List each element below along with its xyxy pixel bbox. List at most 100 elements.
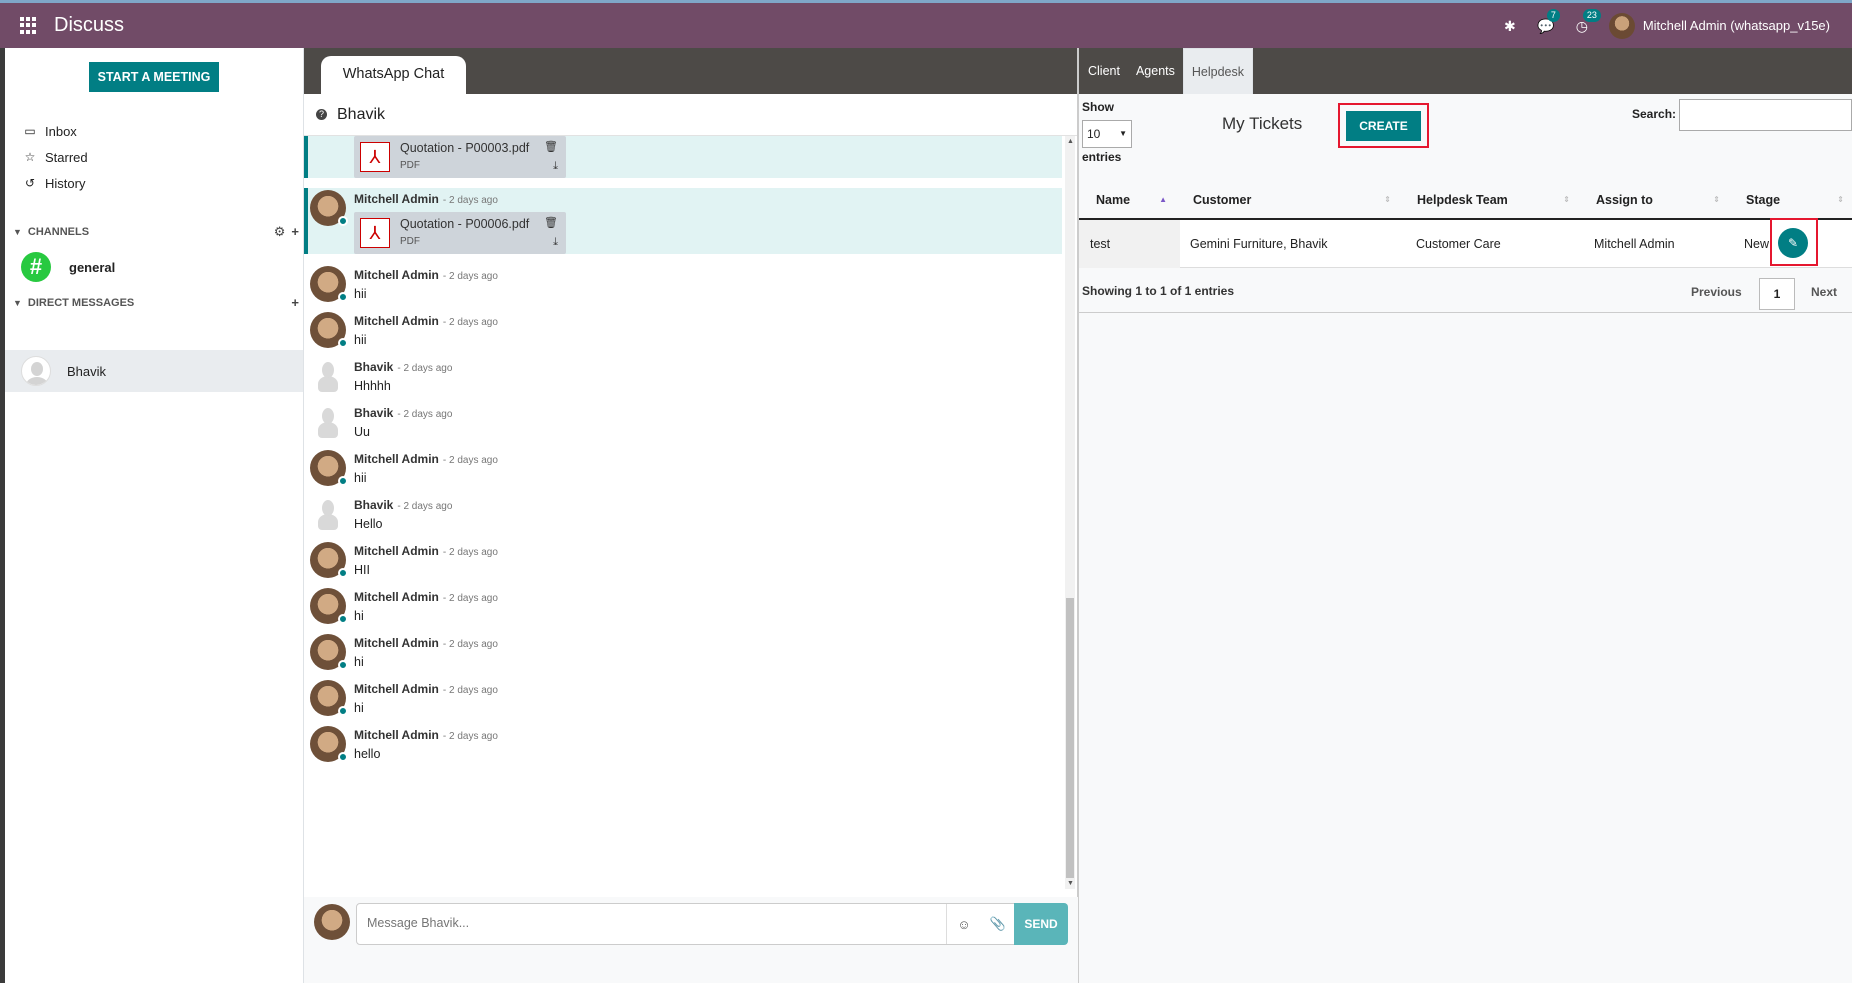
user-name: Mitchell Admin (whatsapp_v15e) [1642,18,1830,33]
avatar [310,190,348,226]
create-ticket-button[interactable]: CREATE [1346,111,1421,141]
tab-whatsapp-chat[interactable]: WhatsApp Chat [321,56,466,94]
sidebar-item-bhavik[interactable]: Bhavik [5,350,303,392]
search-label: Search: [1632,107,1677,121]
search-input[interactable] [1679,99,1852,131]
message-thread[interactable]: ⅄ Quotation - P00003.pdf PDF 🗑 ⤓ Mitchel… [304,136,1062,889]
sidebar-item-label: History [45,175,86,191]
message-author: Mitchell Admin [354,192,439,206]
pdf-file-icon: ⅄ [360,218,390,248]
column-header-assign-to[interactable]: Assign to ⇕ [1578,181,1728,219]
history-icon: ↺ [24,176,36,190]
message-author: Mitchell Admin [354,452,439,466]
sidebar-item-starred[interactable]: ☆ Starred [23,144,88,170]
message-author: Mitchell Admin [354,314,439,328]
activity-clock-icon[interactable]: ◷ 23 [1573,8,1601,35]
edit-ticket-button[interactable]: ✎ [1778,228,1808,258]
page-size-select[interactable]: 10 ▼ [1082,120,1132,148]
add-dm-icon[interactable]: + [291,295,299,310]
direct-messages-header[interactable]: ▼ DIRECT MESSAGES + [13,295,299,310]
message-time: - 2 days ago [442,685,498,696]
channel-name: general [69,259,116,275]
tab-client[interactable]: Client [1080,48,1128,94]
sidebar-item-label: Starred [45,149,88,165]
chevron-down-icon: ▼ [13,227,22,237]
message-time: - 2 days ago [442,271,498,282]
scroll-down-icon[interactable]: ▼ [1067,880,1074,887]
avatar [310,634,348,670]
sidebar-item-history[interactable]: ↺ History [23,170,88,196]
message-item: Mitchell Admin - 2 days ago hello [304,724,1062,770]
start-meeting-button[interactable]: START A MEETING [89,62,219,92]
avatar [310,726,348,762]
pdf-file-icon: ⅄ [360,142,390,172]
message-author: Bhavik [354,498,394,512]
sidebar-item-general[interactable]: # general [21,252,115,282]
message-author: Mitchell Admin [354,268,439,282]
emoji-icon[interactable]: ☺ [947,917,981,932]
avatar [310,358,346,394]
page-title: My Tickets [1222,114,1303,133]
download-icon[interactable]: ⤓ [553,236,558,249]
message-item: Mitchell Admin - 2 days ago hii [304,448,1062,494]
message-text: Hhhhh [354,379,391,393]
tab-agents[interactable]: Agents [1128,48,1183,94]
trash-icon[interactable]: 🗑 [544,140,558,153]
attachment-card[interactable]: ⅄ Quotation - P00003.pdf PDF 🗑 ⤓ [354,136,566,178]
pagination-next[interactable]: Next [1811,285,1837,299]
message-item: Mitchell Admin - 2 days ago ⅄ Quotation -… [304,188,1062,254]
column-header-stage[interactable]: Stage ⇕ [1728,181,1852,219]
sort-icon: ⇕ [1384,195,1391,204]
trash-icon[interactable]: 🗑 [544,216,558,229]
message-text: hi [354,655,364,669]
message-input[interactable] [357,904,917,942]
user-menu[interactable]: Mitchell Admin (whatsapp_v15e) [1608,12,1830,39]
chat-partner-name: Bhavik [337,105,386,123]
entries-label: entries [1082,150,1122,164]
column-header-customer[interactable]: Customer ⇕ [1175,181,1399,219]
add-channel-icon[interactable]: + [291,224,299,240]
thread-scrollbar[interactable]: ▲ ▼ [1065,136,1075,889]
column-header-helpdesk-team[interactable]: Helpdesk Team ⇕ [1399,181,1578,219]
message-text: hi [354,701,364,715]
sidebar-item-label: Inbox [45,123,77,139]
message-text: hi [354,609,364,623]
cell-customer: Gemini Furniture, Bhavik [1190,236,1328,251]
download-icon[interactable]: ⤓ [553,160,558,173]
bug-icon[interactable]: ✱ [1501,17,1519,35]
pagination-current-page[interactable]: 1 [1759,278,1795,310]
attachment-card[interactable]: ⅄ Quotation - P00006.pdf PDF 🗑 ⤓ [354,212,566,254]
message-composer: ☺ 📎 SEND [304,897,1078,983]
paperclip-icon[interactable]: 📎 [981,916,1015,932]
table-row[interactable]: test Gemini Furniture, Bhavik Customer C… [1078,219,1852,268]
message-text: Uu [354,425,370,439]
column-header-name[interactable]: Name ▲ [1078,181,1175,219]
tickets-table: Name ▲ Customer ⇕ Helpdesk Team ⇕ Assign to… [1078,182,1852,268]
channels-header-label: CHANNELS [27,226,90,238]
avatar [310,542,348,578]
chat-panel: WhatsApp Chat ? Bhavik ⅄ Quotation - P00… [304,48,1078,983]
table-footer: Showing 1 to 1 of 1 entries Previous 1 N… [1078,272,1852,313]
message-item: Bhavik - 2 days ago Uu [304,402,1062,448]
message-item: Mitchell Admin - 2 days ago HII [304,540,1062,586]
online-status-icon [338,476,348,486]
message-time: - 2 days ago [442,547,498,558]
panel-divider [1078,48,1079,983]
online-status-icon [338,706,348,716]
messages-icon[interactable]: 💬 7 [1537,8,1560,35]
avatar [21,356,51,386]
apps-grid-icon[interactable] [20,16,38,35]
footer-divider [1078,312,1852,313]
message-text: HII [354,563,370,577]
tab-helpdesk[interactable]: Helpdesk [1182,48,1254,94]
cell-team: Customer Care [1416,236,1501,251]
scroll-up-icon[interactable]: ▲ [1067,138,1074,145]
channels-header[interactable]: ▼ CHANNELS ⚙ + [13,224,299,240]
send-button[interactable]: SEND [1014,903,1068,945]
cell-assignee: Mitchell Admin [1594,236,1675,251]
scroll-thumb[interactable] [1066,598,1074,878]
gear-icon[interactable]: ⚙ [274,224,286,240]
sidebar-item-inbox[interactable]: ▭ Inbox [23,118,88,144]
pagination-previous[interactable]: Previous [1691,285,1742,299]
message-author: Mitchell Admin [354,682,439,696]
